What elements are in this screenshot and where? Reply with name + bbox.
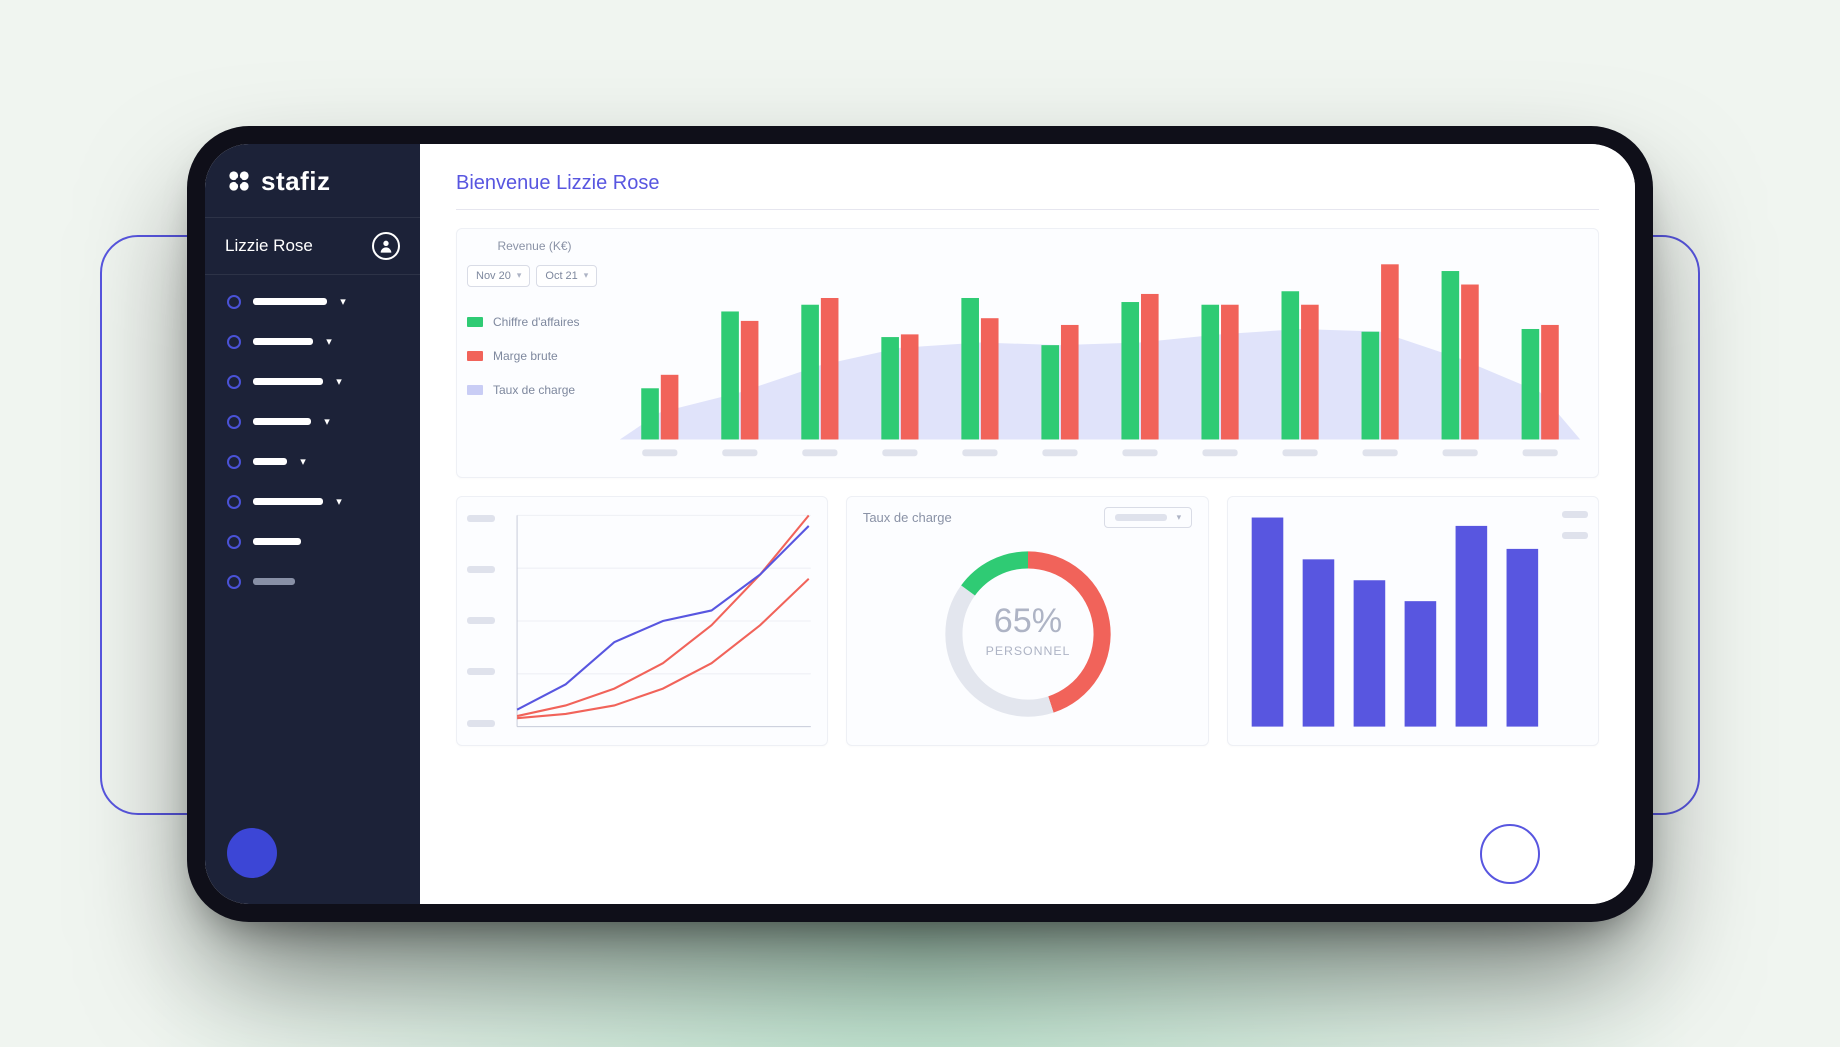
nav-label-skeleton (253, 378, 323, 385)
taux-label: Taux de charge (863, 510, 952, 525)
ring-icon (227, 415, 241, 429)
home-button[interactable] (1480, 824, 1540, 884)
device-frame: stafiz Lizzie Rose ▾ ▾ ▾ ▾ ▾ ▾ Bienvenue Lizz… (205, 144, 1635, 904)
revenue-card: Revenue (K€) Nov 20 ▾ Oct 21 ▾ Chiffre d… (456, 228, 1599, 478)
ring-icon (227, 455, 241, 469)
chevron-down-icon: ▾ (517, 270, 522, 281)
nav-label-skeleton (253, 538, 301, 545)
sidebar-item-3[interactable]: ▾ (217, 405, 408, 439)
ring-icon (227, 495, 241, 509)
page-title: Bienvenue Lizzie Rose (456, 172, 1599, 210)
bar-chart (1242, 509, 1548, 733)
revenue-controls: Revenue (K€) Nov 20 ▾ Oct 21 ▾ Chiffre d… (457, 229, 612, 477)
chevron-down-icon: ▾ (1177, 512, 1182, 523)
nav-label-skeleton (253, 578, 295, 585)
ring-icon (227, 575, 241, 589)
revenue-title: Revenue (K€) (467, 239, 602, 253)
sidebar: stafiz Lizzie Rose ▾ ▾ ▾ ▾ ▾ ▾ (205, 144, 420, 904)
chevron-down-icon: ▾ (335, 378, 343, 386)
legend-item-marge: Marge brute (467, 349, 602, 363)
taux-card: Taux de charge ▾ 65% PERSONNEL (846, 496, 1209, 746)
main-content: Bienvenue Lizzie Rose Revenue (K€) Nov 2… (420, 144, 1635, 904)
ring-icon (227, 535, 241, 549)
nav-label-skeleton (253, 458, 287, 465)
avatar-icon (372, 232, 400, 260)
sidebar-item-1[interactable]: ▾ (217, 325, 408, 359)
revenue-legend: Chiffre d'affaires Marge brute Taux de c… (467, 315, 602, 397)
chevron-down-icon: ▾ (335, 498, 343, 506)
sidebar-item-0[interactable]: ▾ (217, 285, 408, 319)
sidebar-nav: ▾ ▾ ▾ ▾ ▾ ▾ (205, 275, 420, 609)
brand: stafiz (205, 166, 420, 217)
ring-icon (227, 375, 241, 389)
nav-label-skeleton (253, 418, 311, 425)
user-row[interactable]: Lizzie Rose (205, 217, 420, 275)
bar-legend-skeleton (1562, 511, 1588, 539)
y-axis-skeleton (467, 515, 499, 727)
legend-item-ca: Chiffre d'affaires (467, 315, 602, 329)
sidebar-item-7[interactable] (217, 565, 408, 599)
sidebar-item-4[interactable]: ▾ (217, 445, 408, 479)
nav-label-skeleton (253, 498, 323, 505)
sidebar-item-2[interactable]: ▾ (217, 365, 408, 399)
swatch-green (467, 317, 483, 327)
brand-name: stafiz (261, 166, 330, 197)
legend-item-taux: Taux de charge (467, 383, 602, 397)
ring-icon (227, 335, 241, 349)
nav-label-skeleton (253, 338, 313, 345)
ring-icon (227, 295, 241, 309)
chevron-down-icon: ▾ (323, 418, 331, 426)
svg-text:65%: 65% (993, 602, 1061, 640)
user-name: Lizzie Rose (225, 236, 313, 256)
chevron-down-icon: ▾ (299, 458, 307, 466)
date-from-select[interactable]: Nov 20 ▾ (467, 265, 530, 287)
chevron-down-icon: ▾ (325, 338, 333, 346)
nav-label-skeleton (253, 298, 327, 305)
donut-chart: 65% PERSONNEL (863, 534, 1192, 734)
svg-text:PERSONNEL: PERSONNEL (985, 643, 1070, 657)
brand-icon (225, 167, 253, 195)
taux-select[interactable]: ▾ (1104, 507, 1193, 528)
line-chart-card (456, 496, 828, 746)
swatch-blue (467, 385, 483, 395)
swatch-red (467, 351, 483, 361)
sidebar-item-6[interactable] (217, 525, 408, 559)
date-to-select[interactable]: Oct 21 ▾ (536, 265, 597, 287)
chevron-down-icon: ▾ (339, 298, 347, 306)
revenue-chart (612, 229, 1598, 477)
bar-chart-card (1227, 496, 1599, 746)
chevron-down-icon: ▾ (584, 270, 589, 281)
sidebar-item-5[interactable]: ▾ (217, 485, 408, 519)
fab-button[interactable] (227, 828, 277, 878)
line-chart (511, 509, 815, 733)
